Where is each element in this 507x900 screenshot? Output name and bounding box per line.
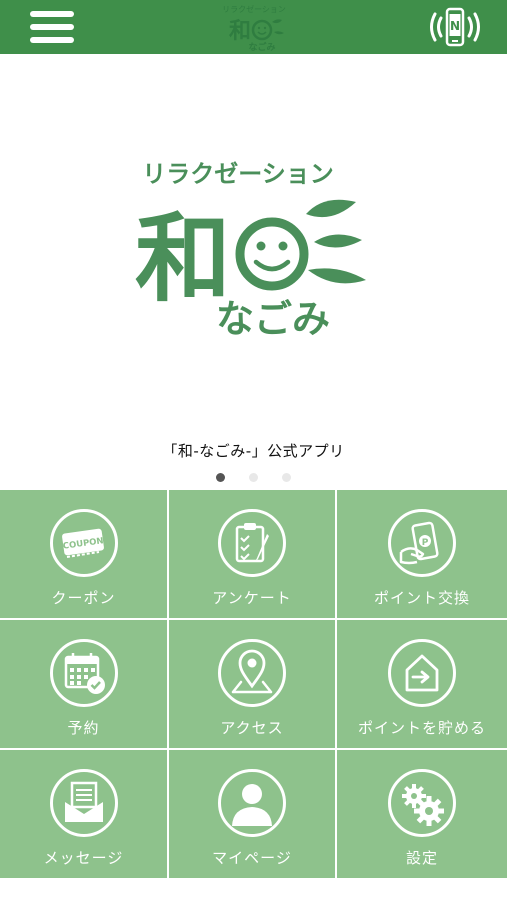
nfc-phone-icon[interactable]: N (426, 6, 484, 48)
point-checkin-icon (388, 639, 456, 707)
menu-tile-settings[interactable]: 設定 (337, 750, 507, 880)
hamburger-menu-icon[interactable] (30, 9, 74, 45)
menu-label: 設定 (405, 849, 438, 867)
map-pin-icon (218, 639, 286, 707)
menu-tile-earn-points[interactable]: ポイントを貯める (337, 620, 507, 750)
carousel-dot[interactable] (282, 473, 291, 482)
header-logo: リラクゼーション 和 なごみ (222, 4, 286, 52)
message-inbox-icon (49, 769, 118, 837)
svg-text:なごみ: なごみ (216, 297, 330, 341)
user-icon (218, 769, 286, 837)
svg-text:リラクゼーション: リラクゼーション (222, 4, 286, 14)
menu-label: 予約 (67, 719, 100, 737)
menu-tile-point-exchange[interactable]: P ポイント交換 (337, 490, 507, 620)
menu-label: ポイントを貯める (357, 719, 486, 737)
menu-tile-access[interactable]: アクセス (169, 620, 337, 750)
svg-text:リラクゼーション: リラクゼーション (142, 160, 334, 188)
svg-text:和: 和 (229, 19, 251, 44)
menu-grid: COUPON クーポン アンケート P ポイント交換 予約 アクセス ポイントを… (0, 490, 507, 880)
carousel-dot[interactable] (216, 473, 225, 482)
menu-label: クーポン (51, 589, 116, 607)
menu-tile-survey[interactable]: アンケート (169, 490, 337, 620)
coupon-icon: COUPON (49, 509, 118, 577)
menu-label: アンケート (212, 589, 292, 607)
carousel-dots (0, 467, 507, 482)
hero-carousel[interactable]: リラクゼーション 和 なごみ 「和-なごみ-」公式アプリ (0, 54, 507, 490)
app-caption: 「和-なごみ-」公式アプリ (162, 442, 345, 460)
svg-text:なごみ: なごみ (248, 41, 275, 52)
menu-tile-reservation[interactable]: 予約 (0, 620, 169, 750)
point-exchange-icon: P (388, 509, 456, 577)
gears-icon (388, 769, 456, 837)
top-bar: リラクゼーション 和 なごみ N (0, 0, 507, 54)
menu-label: アクセス (220, 719, 284, 737)
brand-logo: リラクゼーション 和 なごみ (135, 160, 366, 341)
menu-label: ポイント交換 (373, 589, 470, 607)
carousel-dot[interactable] (249, 473, 258, 482)
menu-tile-message[interactable]: メッセージ (0, 750, 169, 880)
svg-text:N: N (450, 19, 460, 33)
svg-text:P: P (422, 538, 429, 548)
menu-tile-coupon[interactable]: COUPON クーポン (0, 490, 169, 620)
survey-clipboard-icon (218, 509, 286, 577)
menu-label: メッセージ (43, 849, 124, 867)
menu-tile-mypage[interactable]: マイページ (169, 750, 337, 880)
calendar-check-icon (49, 639, 118, 707)
menu-label: マイページ (212, 849, 292, 867)
